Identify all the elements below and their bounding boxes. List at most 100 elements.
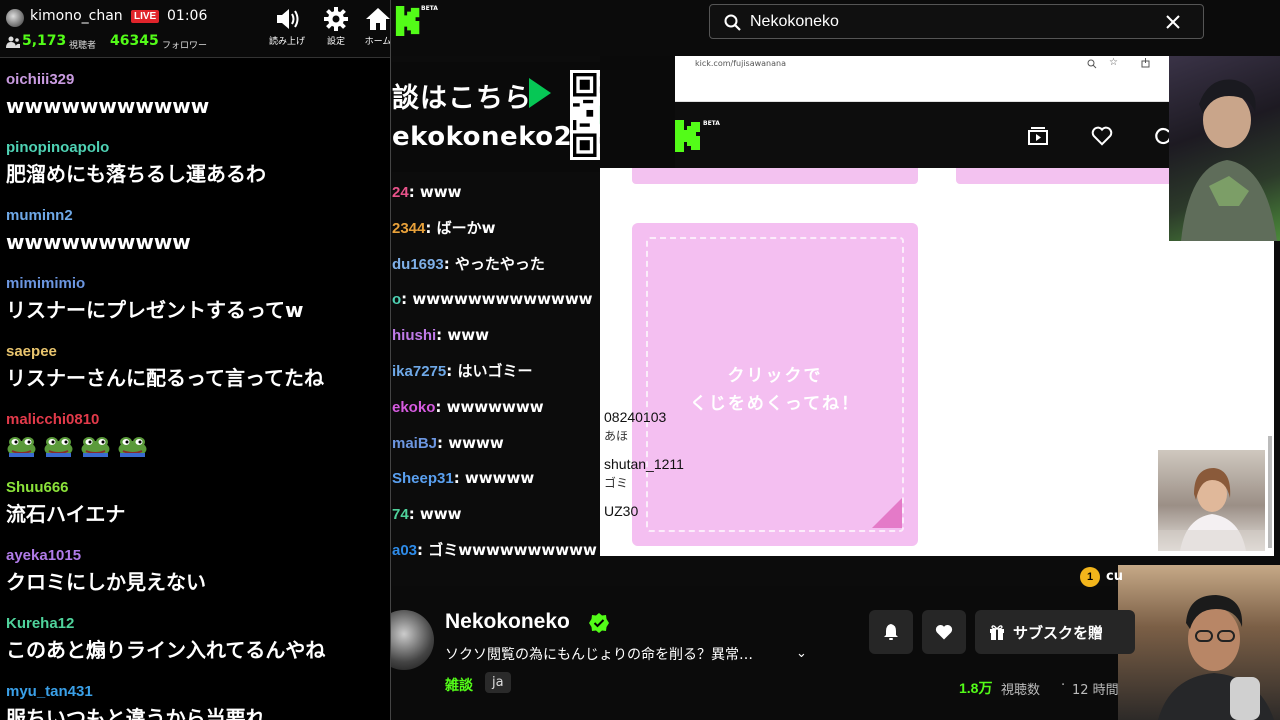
chat-message: malicchi0810 [0, 408, 390, 476]
overlay-chat: 08240103 あほ shutan_1211 ゴミ UZ30 [604, 408, 684, 531]
search-bar[interactable] [709, 4, 1204, 39]
pink-card-top-left [632, 168, 918, 184]
chat-username[interactable]: mimimimio [6, 272, 390, 296]
overlay-chat-text: : ばーかw [425, 218, 496, 237]
home-icon [366, 8, 390, 30]
chat-message: mimimimio リスナーにプレゼントするってw [0, 272, 390, 340]
zoom-icon [1087, 59, 1097, 69]
chat-username[interactable]: Kureha12 [6, 612, 390, 636]
stream-elapsed: 12 時間 [1072, 683, 1119, 698]
pink-card-top-right [956, 168, 1176, 184]
overlay-chat-text: : ゴミwwwwwwwwww [417, 540, 597, 559]
chat-username[interactable]: saepee [6, 340, 390, 364]
tts-button[interactable]: 読み上げ [261, 6, 313, 47]
browser-chat-text: ゴミ [604, 476, 629, 490]
tts-label: 読み上げ [268, 37, 305, 47]
notification-button[interactable] [869, 610, 913, 654]
category-tag[interactable]: 雑談 [445, 675, 473, 695]
gift-icon [990, 625, 1004, 640]
channel-avatar[interactable] [6, 9, 24, 27]
coin-text: cu [1106, 569, 1123, 584]
gift-subscription-button[interactable]: サブスクを贈 [975, 610, 1135, 654]
chat-text: リスナーさんに配るって言ってたね [6, 366, 324, 390]
kick-logo[interactable] [394, 6, 424, 36]
browser-chat-item: 08240103 あほ [604, 408, 684, 445]
overlay-chat-row: ekoko: wwwwwww [392, 393, 600, 429]
chat-username[interactable]: ayeka1015 [6, 544, 390, 568]
live-badge: LIVE [131, 10, 160, 23]
separator-dot: · [1061, 678, 1066, 693]
emote-row [6, 432, 390, 460]
overlay-chat-text: : www [408, 183, 462, 201]
viewer-count-header-label: 視聴者 [69, 41, 97, 51]
chat-username[interactable]: malicchi0810 [6, 408, 390, 432]
speaker-icon [277, 9, 299, 29]
language-tag[interactable]: ja [485, 672, 511, 693]
chat-message: Kureha12 このあと煽りライン入れてるんやね [0, 612, 390, 680]
chat-text: 服ちいつもと違うから当要れ [6, 706, 266, 720]
overlay-chat-text: : wwwwwww [435, 397, 544, 416]
search-icon [724, 14, 741, 31]
stream-chat-overlay: 24: www 2344: ばーかw du1693: やったやった o: wwwwww… [392, 178, 600, 578]
kick-logo [675, 120, 700, 152]
overlay-chat-username: du1693 [392, 255, 444, 273]
star-icon: ☆ [1109, 57, 1118, 68]
follow-button[interactable] [922, 610, 966, 654]
lottery-card-line1: クリックで [727, 366, 823, 386]
stream-status-header: kimono_chan LIVE 01:06 5,173 視聴者 46345 フ… [0, 0, 390, 58]
viewer-count: 1.8万 [959, 680, 993, 696]
overlay-chat-text: : www [408, 505, 462, 524]
chat-username[interactable]: oichiii329 [6, 68, 390, 92]
follower-count: 46345 [110, 33, 159, 49]
streamer-name[interactable]: Nekokoneko [445, 610, 570, 634]
line-banner-title: 談はこちら [392, 83, 532, 114]
overlay-chat-text: : www [436, 326, 489, 345]
chat-username[interactable]: muminn2 [6, 204, 390, 228]
browser-chat-user: 08240103 [604, 409, 667, 425]
overlay-chat-text: : wwww [437, 433, 504, 452]
coin-icon: 1 [1080, 567, 1100, 587]
webcam-bottom [1158, 450, 1265, 551]
pepe-emote-icon [44, 437, 73, 457]
chat-username[interactable]: pinopinoapolo [6, 136, 390, 160]
chat-username[interactable]: myu_tan431 [6, 680, 390, 704]
overlay-chat-username: maiBJ [392, 434, 438, 452]
overlay-chat-row: o: wwwwwwwwwwwww [392, 285, 600, 321]
pepe-emote-icon [7, 437, 36, 457]
home-button[interactable]: ホーム [352, 6, 390, 47]
pepe-emote-icon [118, 437, 147, 457]
browser-chat-user: shutan_1211 [604, 456, 684, 472]
stream-timer: 01:06 [167, 8, 208, 24]
overlay-chat-username: Sheep31 [392, 470, 454, 488]
browser-chat-text: あほ [604, 429, 629, 443]
chat-message: saepee リスナーさんに配るって言ってたね [0, 340, 390, 408]
chat-username[interactable]: Shuu666 [6, 476, 390, 500]
chevron-down-icon[interactable]: ⌄ [796, 646, 807, 661]
pepe-emote-icon [81, 437, 110, 457]
overlay-chat-row: Sheep31: wwwww [392, 464, 600, 500]
chat-text: このあと煽りライン入れてるんやね [6, 638, 326, 662]
share-icon [1141, 58, 1150, 68]
browser-scrollbar[interactable] [1268, 436, 1272, 548]
follower-count-label: フォロワー [162, 41, 208, 51]
overlay-chat-text: : やったやった [443, 254, 545, 273]
chat-message: pinopinoapolo 肥溜めにも落ちるし運あるわ [0, 136, 390, 204]
beta-label: BETA [421, 5, 438, 12]
viewer-count-header: 5,173 [22, 33, 67, 49]
overlay-chat-username: ika7275 [392, 362, 447, 380]
channel-name[interactable]: kimono_chan [30, 8, 123, 24]
screen: 談はこちら ekokoneko2018 LINE 24: www2344: ばー… [0, 0, 1280, 720]
overlay-chat-username: 24 [392, 184, 409, 201]
chat-panel: kimono_chan LIVE 01:06 5,173 視聴者 46345 フ… [0, 0, 391, 720]
chat-message: oichiii329 wwwwwwwwwww [0, 68, 390, 136]
bell-icon [884, 624, 898, 640]
webcam-top [1169, 56, 1280, 241]
overlay-chat-text: : wwwwwwwwwwwww [401, 290, 593, 309]
beta-label: BETA [703, 120, 720, 127]
chat-message: muminn2 wwwwwwwwww [0, 204, 390, 272]
overlay-chat-username: o [392, 291, 402, 309]
close-icon[interactable] [1165, 14, 1181, 30]
line-arrow-icon [529, 78, 551, 108]
chat-text: 流石ハイエナ [6, 502, 126, 526]
search-input[interactable] [750, 11, 1150, 33]
